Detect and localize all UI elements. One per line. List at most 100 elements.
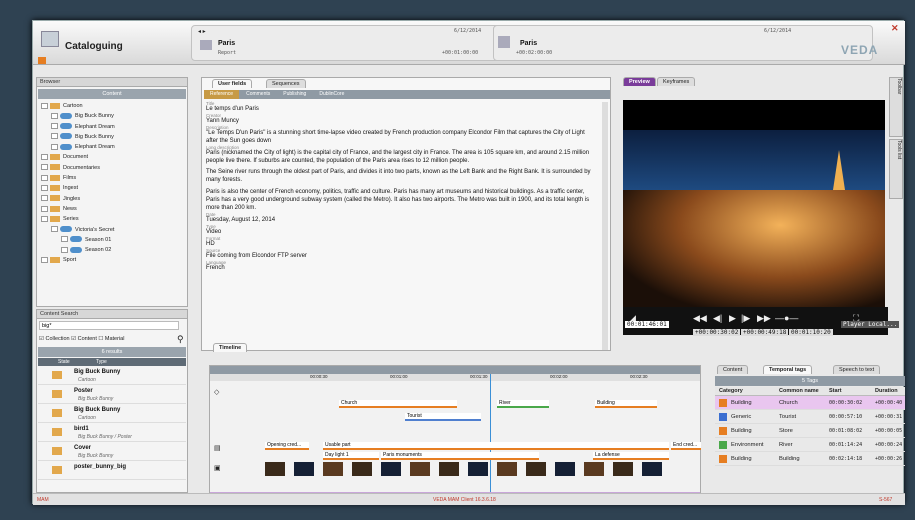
asset-header-2[interactable]: Paris 6/12/2014 +00:02:00:00 xyxy=(493,25,873,61)
player-local-button[interactable]: Player Local... xyxy=(841,321,900,328)
expand-icon[interactable] xyxy=(41,184,48,191)
expand-icon[interactable] xyxy=(51,112,58,119)
col-type[interactable]: Type xyxy=(96,358,107,366)
col-start[interactable]: Start xyxy=(829,387,842,396)
tab-temporal-tags[interactable]: Temporal tags xyxy=(763,365,813,374)
field-value[interactable]: Paris (nicknamed the City of light) is t… xyxy=(206,150,598,166)
tag-row[interactable]: Building Church 00:00:30:02 +00:00:40 xyxy=(715,396,905,410)
favorite-icon[interactable] xyxy=(38,57,46,64)
keyframe-thumb[interactable] xyxy=(381,462,401,476)
tree-item[interactable]: Ingest xyxy=(41,183,187,193)
keyframe-thumb[interactable] xyxy=(613,462,633,476)
tab-preview[interactable]: Preview xyxy=(623,77,656,86)
keyframe-thumb[interactable] xyxy=(410,462,430,476)
field-value[interactable]: The Seine river runs through the oldest … xyxy=(206,169,598,185)
expand-icon[interactable] xyxy=(51,123,58,130)
field-value[interactable]: Le temps d'un Paris xyxy=(206,106,598,114)
field-value[interactable]: HD xyxy=(206,241,598,249)
prev-frame-icon[interactable]: ◀| xyxy=(713,313,722,324)
expand-icon[interactable] xyxy=(41,164,48,171)
expand-icon[interactable] xyxy=(61,246,68,253)
expand-icon[interactable] xyxy=(51,143,58,150)
result-item[interactable]: Poster Big Buck Bunny xyxy=(38,387,186,404)
expand-icon[interactable] xyxy=(51,133,58,140)
tag-segment-tourist[interactable]: Tourist xyxy=(405,413,481,421)
nav-arrows-icon[interactable]: ◂ ▸ xyxy=(198,28,206,35)
search-input[interactable] xyxy=(39,321,179,330)
keyframe-thumb[interactable] xyxy=(642,462,662,476)
keyframe-thumb[interactable] xyxy=(468,462,488,476)
tree-item[interactable]: Document xyxy=(41,152,187,162)
side-tab-tools[interactable]: Tools list xyxy=(889,139,903,199)
tag-segment-church[interactable]: Church xyxy=(339,400,457,408)
content-header[interactable]: Content xyxy=(38,89,186,99)
play-icon[interactable]: ▶ xyxy=(729,313,736,324)
sequence-opening[interactable]: Opening cred... xyxy=(265,442,309,450)
search-icon[interactable]: ⚲ xyxy=(177,334,184,345)
tree-item[interactable]: Elephant Dream xyxy=(41,122,187,132)
option-collection[interactable]: ☑ Collection xyxy=(39,336,70,342)
rewind-icon[interactable]: ◀◀ xyxy=(693,313,707,324)
field-value[interactable]: Video xyxy=(206,229,598,237)
tree-item[interactable]: Sport xyxy=(41,255,187,265)
result-item[interactable]: Big Buck Bunny Cartoon xyxy=(38,368,186,385)
field-value[interactable]: French xyxy=(206,265,598,273)
tree-item[interactable]: Cartoon xyxy=(41,101,187,111)
tag-segment-building[interactable]: Building xyxy=(595,400,657,408)
close-icon[interactable]: ✕ xyxy=(891,23,899,34)
expand-icon[interactable] xyxy=(41,102,48,109)
tree-item[interactable]: Jingles xyxy=(41,194,187,204)
asset-header-1[interactable]: ◂ ▸ Paris Report 6/12/2014 +00:01:00:00 xyxy=(191,25,516,61)
keyframe-thumb[interactable] xyxy=(526,462,546,476)
tree-item[interactable]: Season 01 xyxy=(41,235,187,245)
subtab-publishing[interactable]: Publishing xyxy=(277,90,312,99)
keyframe-thumb[interactable] xyxy=(555,462,575,476)
result-item[interactable]: poster_bunny_big xyxy=(38,463,186,480)
tag-row[interactable]: Building Building 00:02:14:18 +00:00:26 xyxy=(715,452,905,466)
tab-timeline[interactable]: Timeline xyxy=(213,343,248,352)
subtab-reference[interactable]: Reference xyxy=(204,90,240,99)
tree-item[interactable]: Documentaries xyxy=(41,163,187,173)
keyframe-thumb[interactable] xyxy=(439,462,459,476)
subtab-comments[interactable]: Comments xyxy=(240,90,276,99)
result-item[interactable]: bird1 Big Buck Bunny / Poster xyxy=(38,425,186,442)
tree-item[interactable]: Big Buck Bunny xyxy=(41,111,187,121)
tab-user-fields[interactable]: User fields xyxy=(212,79,253,88)
col-category[interactable]: Category xyxy=(719,387,743,396)
sequence-monuments[interactable]: Paris monuments xyxy=(381,452,539,460)
sequence-daylight[interactable]: Day light 1 xyxy=(323,452,379,460)
tab-speech[interactable]: Speech to text xyxy=(833,365,881,374)
field-value[interactable]: Paris is also the center of French econo… xyxy=(206,189,598,213)
speed-slider-icon[interactable]: —●— xyxy=(775,313,798,323)
tree-item[interactable]: Big Buck Bunny xyxy=(41,132,187,142)
tab-sequences[interactable]: Sequences xyxy=(266,79,306,88)
tree-item[interactable]: Series xyxy=(41,214,187,224)
subtab-dublincore[interactable]: DublinCore xyxy=(313,90,350,99)
expand-icon[interactable] xyxy=(41,257,48,263)
keyframe-thumb[interactable] xyxy=(584,462,604,476)
keyframe-thumb[interactable] xyxy=(352,462,372,476)
metadata-scrollbar[interactable] xyxy=(602,102,608,350)
field-value[interactable]: File coming from Elcondor FTP server xyxy=(206,253,598,261)
tree-item[interactable]: News xyxy=(41,204,187,214)
keyframe-thumb[interactable] xyxy=(497,462,517,476)
keyframe-thumb[interactable] xyxy=(265,462,285,476)
field-value[interactable]: "Le Temps D'un Paris" is a stunning shor… xyxy=(206,130,598,146)
expand-icon[interactable] xyxy=(41,174,48,181)
tree-item[interactable]: Elephant Dream xyxy=(41,142,187,152)
video-preview[interactable]: ◢ ◀◀ ◀| ▶ |▶ ▶▶ —●— ⛶ xyxy=(623,100,888,335)
expand-icon[interactable] xyxy=(41,195,48,202)
tree-item[interactable]: Season 02 xyxy=(41,245,187,255)
timeline-ruler[interactable]: 00:00:30 00:01:00 00:01:30 00:02:00 00:02:30 xyxy=(210,374,700,381)
field-value[interactable]: Yann Muncy xyxy=(206,118,598,126)
expand-icon[interactable] xyxy=(41,215,48,222)
option-material[interactable]: ☐ Material xyxy=(98,336,124,342)
col-state[interactable]: State xyxy=(58,358,70,366)
field-value[interactable]: Tuesday, August 12, 2014 xyxy=(206,217,598,225)
tree-item[interactable]: Films xyxy=(41,173,187,183)
tab-content[interactable]: Content xyxy=(717,365,749,374)
expand-icon[interactable] xyxy=(41,154,48,161)
keyframe-thumb[interactable] xyxy=(323,462,343,476)
playhead[interactable] xyxy=(490,374,491,500)
col-name[interactable]: Common name xyxy=(779,387,819,396)
